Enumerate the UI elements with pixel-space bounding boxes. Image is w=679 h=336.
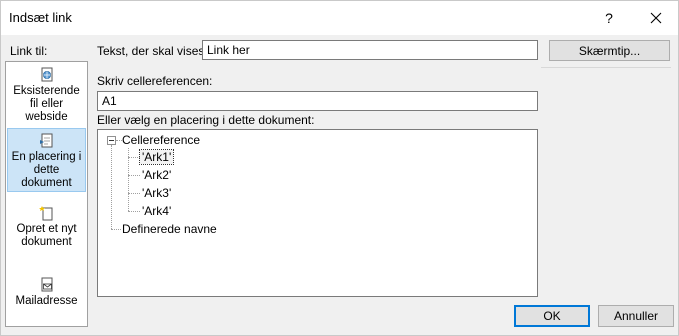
title-bar: Indsæt link ? bbox=[1, 1, 678, 35]
tree-node-cell-reference[interactable]: Cellereference bbox=[122, 133, 200, 147]
help-button[interactable]: ? bbox=[589, 4, 629, 32]
tree-line bbox=[111, 145, 112, 229]
dialog-title: Indsæt link bbox=[9, 10, 72, 25]
document-place-icon bbox=[39, 133, 52, 148]
link-to-label: Link til: bbox=[10, 44, 48, 58]
tree-node-sheet[interactable]: 'Ark1' bbox=[138, 149, 175, 165]
text-to-display-input[interactable]: Link her bbox=[202, 40, 538, 60]
tree-line bbox=[128, 211, 140, 212]
sidebar-item-label: Eksisterende bbox=[13, 85, 80, 97]
tree-node-label: 'Ark1' bbox=[138, 149, 175, 165]
close-button[interactable] bbox=[636, 4, 676, 32]
sidebar-item-label: fil eller bbox=[29, 98, 64, 110]
cancel-button[interactable]: Annuller bbox=[598, 305, 674, 327]
text-to-display-label: Tekst, der skal vises: bbox=[97, 44, 208, 58]
sidebar-item-label: En placering i bbox=[11, 151, 82, 163]
tree-node-sheet[interactable]: 'Ark3' bbox=[142, 186, 171, 200]
screentip-button[interactable]: Skærmtip... bbox=[549, 40, 670, 61]
link-to-sidebar: Eksisterende fil eller webside En placer… bbox=[5, 61, 88, 327]
tree-line bbox=[128, 175, 140, 176]
place-in-document-label: Eller vælg en placering i dette dokument… bbox=[97, 113, 315, 127]
cell-reference-input[interactable]: A1 bbox=[97, 91, 538, 111]
sidebar-item-label: Mailadresse bbox=[15, 295, 78, 307]
place-in-document-tree[interactable]: Cellereference 'Ark1' 'Ark2' 'Ark3' 'Ark… bbox=[97, 129, 538, 297]
insert-hyperlink-dialog: Indsæt link ? Link til: Eksisterende fil… bbox=[0, 0, 679, 336]
tree-line bbox=[128, 157, 140, 158]
cell-reference-label: Skriv cellereferencen: bbox=[97, 74, 213, 88]
collapse-toggle[interactable] bbox=[107, 136, 116, 145]
tree-node-sheet[interactable]: 'Ark4' bbox=[142, 204, 171, 218]
sidebar-item-place-in-document[interactable]: En placering i dette dokument bbox=[7, 128, 86, 192]
sidebar-item-label: webside bbox=[25, 111, 68, 123]
tree-node-defined-names[interactable]: Definerede navne bbox=[122, 222, 217, 236]
tree-line bbox=[111, 229, 121, 230]
sidebar-item-label: Opret et nyt bbox=[16, 223, 77, 235]
sidebar-item-new-document[interactable]: Opret et nyt dokument bbox=[7, 202, 86, 252]
tree-node-sheet[interactable]: 'Ark2' bbox=[142, 168, 171, 182]
sidebar-item-label: dokument bbox=[21, 177, 72, 189]
new-document-icon bbox=[38, 206, 52, 221]
ok-button[interactable]: OK bbox=[514, 305, 590, 327]
mail-icon bbox=[41, 277, 52, 292]
sidebar-item-email-address[interactable]: Mailadresse bbox=[7, 274, 86, 310]
sidebar-item-label: dokument bbox=[21, 236, 72, 248]
tree-line bbox=[128, 193, 140, 194]
sidebar-item-label: dette bbox=[33, 164, 60, 176]
close-icon bbox=[650, 12, 662, 24]
separator bbox=[541, 67, 671, 68]
sidebar-item-existing-file[interactable]: Eksisterende fil eller webside bbox=[7, 64, 86, 124]
web-file-icon bbox=[41, 67, 52, 82]
